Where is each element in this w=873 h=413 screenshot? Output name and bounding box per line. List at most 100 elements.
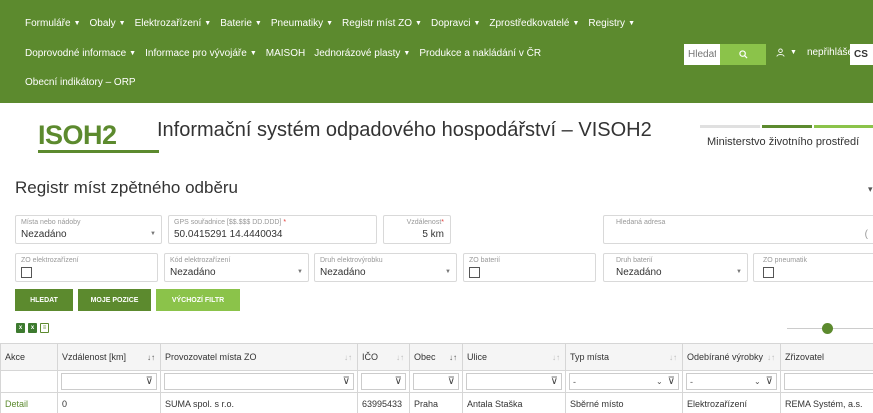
filter-icon[interactable]: ⊽: [343, 376, 350, 387]
filter-select-value: -: [690, 376, 693, 387]
table-cell: Sběrné místo: [565, 392, 683, 413]
column-filter-input[interactable]: ⊽: [164, 373, 354, 390]
nav-item-elektrozarizeni[interactable]: Elektrozařízení ▼: [135, 18, 212, 29]
column-filter-select[interactable]: - ⌄ ⊽: [686, 373, 777, 390]
caret-down-icon: ▼: [473, 20, 481, 27]
nav-item-doprovodne-informace[interactable]: Doprovodné informace ▼: [25, 48, 136, 59]
column-filter-select[interactable]: - ⌄ ⊽: [569, 373, 679, 390]
nav-row-secondary: Doprovodné informace ▼ Informace pro vývo…: [25, 48, 550, 59]
document-icon[interactable]: ≡: [40, 323, 49, 333]
sort-icon: ↓↑: [147, 353, 155, 362]
column-header-typ-mista[interactable]: Typ místa ↓↑: [565, 343, 683, 371]
filter-cell: ⊽: [57, 370, 161, 393]
nav-item-dopravci[interactable]: Dopravci ▼: [431, 18, 480, 29]
my-position-button[interactable]: MOJE POZICE: [78, 289, 151, 311]
isoh2-logo[interactable]: ISOH2: [38, 120, 117, 151]
ministry-bar-segment: [762, 125, 812, 128]
language-select[interactable]: CS: [850, 44, 873, 65]
table-cell: 0: [57, 392, 161, 413]
table-cell: Praha: [409, 392, 463, 413]
nav-item-jednorazove-plasty[interactable]: Jednorázové plasty ▼: [314, 48, 410, 59]
filter-cell: [780, 370, 873, 393]
chevron-down-icon[interactable]: ▾: [868, 184, 873, 195]
sort-icon: ↓↑: [344, 353, 352, 362]
slider-handle[interactable]: [822, 323, 833, 334]
nav-item-registry[interactable]: Registry ▼: [588, 18, 635, 29]
column-header-ulice[interactable]: Ulice ↓↑: [462, 343, 566, 371]
field-label: Místa nebo nádoby: [21, 219, 81, 226]
nav-item-produkce[interactable]: Produkce a nakládání v ČR: [419, 48, 541, 59]
column-header-provozovatel[interactable]: Provozovatel místa ZO ↓↑: [160, 343, 358, 371]
excel-export-alt-icon[interactable]: x: [28, 323, 37, 333]
druh-baterii-select[interactable]: Druh baterií Nezadáno ▼: [603, 253, 748, 282]
column-label: Ulice: [467, 352, 488, 362]
field-label: ZO pneumatik: [763, 257, 807, 264]
field-value: Nezadáno: [21, 229, 67, 240]
column-header-obec[interactable]: Obec ↓↑: [409, 343, 463, 371]
zo-pneu-checkbox[interactable]: [763, 267, 774, 278]
nav-item-obecni-indikatory[interactable]: Obecní indikátory – ORP: [25, 77, 136, 88]
dropdown-arrow-icon: ▼: [736, 269, 742, 275]
search-input[interactable]: [684, 44, 720, 65]
table-cell: Elektrozařízení: [682, 392, 781, 413]
zo-baterii-checkbox[interactable]: [469, 267, 480, 278]
column-label: Vzdálenost [km]: [62, 352, 127, 362]
user-menu[interactable]: ▼ nepřihlášen: [776, 47, 859, 58]
column-header-vzdalenost[interactable]: Vzdálenost [km] ↓↑: [57, 343, 161, 371]
zo-elektro-checkbox-field: ZO elektrozařízení: [15, 253, 158, 282]
filter-icon[interactable]: ⊽: [146, 376, 153, 387]
nav-item-label: Zprostředkovatelé: [489, 18, 570, 29]
default-filter-button[interactable]: VÝCHOZÍ FILTR: [156, 289, 240, 311]
table-cell: 63995433: [357, 392, 410, 413]
column-label: Odebírané výrobky: [687, 352, 764, 362]
column-filter-input[interactable]: [784, 373, 873, 390]
filter-icon[interactable]: ⊽: [766, 376, 773, 387]
column-header-ico[interactable]: IČO ↓↑: [357, 343, 410, 371]
excel-export-icon[interactable]: x: [16, 323, 25, 333]
nav-item-registr-mist-zo[interactable]: Registr míst ZO ▼: [342, 18, 422, 29]
nav-item-zprostredkovatele[interactable]: Zprostředkovatelé ▼: [489, 18, 579, 29]
nav-item-informace-pro-vyvojare[interactable]: Informace pro vývojáře ▼: [145, 48, 257, 59]
nav-item-formulare[interactable]: Formuláře ▼: [25, 18, 81, 29]
nav-item-label: Pneumatiky: [270, 18, 324, 29]
nav-item-obaly[interactable]: Obaly ▼: [90, 18, 126, 29]
column-filter-input[interactable]: ⊽: [61, 373, 157, 390]
mista-select[interactable]: Místa nebo nádoby Nezadáno ▼: [15, 215, 162, 244]
field-label: Kód elektrozařízení: [170, 257, 231, 264]
nav-item-maisoh[interactable]: MAISOH: [266, 48, 305, 59]
filter-icon[interactable]: ⊽: [395, 376, 402, 387]
detail-link[interactable]: Detail: [5, 399, 28, 409]
dropdown-arrow-icon: ▼: [297, 269, 303, 275]
nav-row-tertiary: Obecní indikátory – ORP: [25, 77, 145, 88]
nav-item-label: Baterie: [220, 18, 252, 29]
column-filter-input[interactable]: ⊽: [361, 373, 406, 390]
search-submit-button[interactable]: HLEDAT: [15, 289, 73, 311]
zo-elektro-checkbox[interactable]: [21, 267, 32, 278]
required-marker: *: [441, 219, 444, 226]
field-value: 5 km: [422, 229, 444, 240]
gps-field[interactable]: GPS souřadnice [$$.$$$ DD.DDD] * 50.0415…: [168, 215, 377, 244]
filter-cell: - ⌄ ⊽: [682, 370, 781, 393]
nav-item-baterie[interactable]: Baterie ▼: [220, 18, 262, 29]
column-header-zrizovatel[interactable]: Zřizovatel: [780, 343, 873, 371]
address-field[interactable]: Hledaná adresa (: [603, 215, 873, 244]
filter-icon[interactable]: ⊽: [448, 376, 455, 387]
filter-icon[interactable]: ⊽: [551, 376, 558, 387]
filter-icon[interactable]: ⊽: [668, 376, 675, 387]
field-label: Druh elektrovýrobku: [320, 257, 383, 264]
ministry-logo-text[interactable]: Ministerstvo životního prostředí: [707, 136, 859, 148]
column-header-odebirane-vyrobky[interactable]: Odebírané výrobky ↓↑: [682, 343, 781, 371]
results-table: Akce Vzdálenost [km] ↓↑ Provozovatel míst…: [0, 343, 873, 413]
logo-underline: [38, 150, 159, 153]
druh-elektro-select[interactable]: Druh elektrovýrobku Nezadáno ▼: [314, 253, 457, 282]
search-button[interactable]: [720, 44, 766, 65]
distance-select[interactable]: Vzdálenost* 5 km: [383, 215, 451, 244]
column-filter-input[interactable]: ⊽: [413, 373, 459, 390]
field-value: Nezadáno: [320, 267, 366, 278]
nav-row-primary: Formuláře ▼ Obaly ▼ Elektrozařízení ▼ Bater…: [25, 18, 644, 29]
kod-elektro-select[interactable]: Kód elektrozařízení Nezadáno ▼: [164, 253, 309, 282]
table-cell: REMA Systém, a.s.: [780, 392, 873, 413]
column-filter-input[interactable]: ⊽: [466, 373, 562, 390]
nav-item-pneumatiky[interactable]: Pneumatiky ▼: [271, 18, 333, 29]
caret-down-icon: ▼: [249, 50, 257, 57]
